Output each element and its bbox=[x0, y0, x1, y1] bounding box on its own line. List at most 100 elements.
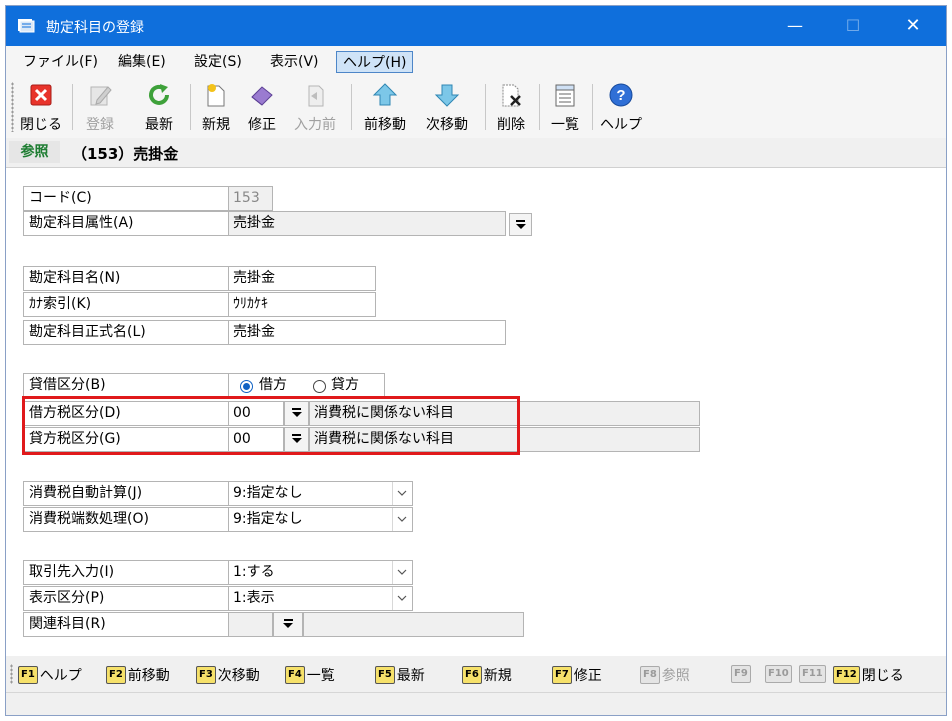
eraser-icon bbox=[251, 86, 273, 106]
fkey-f6[interactable]: F6 新規 bbox=[462, 665, 512, 685]
kana-field[interactable]: ｳﾘｶｹｷ bbox=[228, 292, 376, 317]
fkey-f7[interactable]: F7 修正 bbox=[552, 665, 602, 685]
fkey-f2-key: F2 bbox=[106, 666, 126, 684]
menu-file[interactable]: ファイル(F) bbox=[17, 51, 104, 73]
menu-bar: ファイル(F) 編集(E) 設定(S) 表示(V) ヘルプ(H) bbox=[6, 46, 946, 76]
display-class-combobox[interactable]: 1:表示 bbox=[228, 586, 413, 611]
attribute-dropdown-button[interactable] bbox=[509, 213, 532, 236]
help-label: ヘルプ bbox=[600, 117, 642, 133]
maximize-button[interactable]: ☐ bbox=[830, 6, 876, 46]
minimize-button[interactable]: — bbox=[772, 6, 818, 46]
radio-debit-label[interactable]: 借方 bbox=[259, 374, 287, 397]
toolbar-separator bbox=[190, 84, 191, 130]
fkey-f12[interactable]: F12 閉じる bbox=[833, 665, 904, 685]
related-account-dropdown-button[interactable] bbox=[273, 612, 303, 637]
register-button[interactable]: 登録 bbox=[80, 80, 120, 134]
fkey-f5-key: F5 bbox=[375, 666, 395, 684]
formal-name-field[interactable]: 売掛金 bbox=[228, 320, 506, 345]
menu-view[interactable]: 表示(V) bbox=[264, 51, 325, 73]
dropdown-arrow-icon bbox=[515, 224, 526, 229]
fkey-f8-label: 参照 bbox=[661, 668, 690, 684]
debit-credit-radio-group: 借方 貸方 bbox=[228, 373, 385, 398]
partner-input-combobox[interactable]: 1:する bbox=[228, 560, 413, 585]
code-label: コード(C) bbox=[23, 186, 229, 211]
prev-button[interactable]: 前移動 bbox=[356, 80, 414, 134]
fkey-f8[interactable]: F8 参照 bbox=[640, 665, 690, 685]
radio-credit-label[interactable]: 貸方 bbox=[331, 374, 359, 397]
chevron-down-icon[interactable] bbox=[392, 587, 412, 610]
next-label: 次移動 bbox=[426, 117, 468, 133]
new-doc-icon bbox=[207, 84, 225, 107]
list-icon bbox=[555, 84, 575, 107]
refresh-label: 最新 bbox=[145, 117, 173, 133]
refresh-icon bbox=[149, 84, 169, 105]
menu-settings[interactable]: 設定(S) bbox=[188, 51, 248, 73]
list-button[interactable]: 一覧 bbox=[544, 80, 586, 134]
fkey-f12-key: F12 bbox=[833, 666, 860, 684]
fkey-grip bbox=[10, 664, 13, 684]
fkey-f11[interactable]: F11 bbox=[799, 665, 826, 685]
fkey-f6-key: F6 bbox=[462, 666, 482, 684]
fkey-f12-label: 閉じる bbox=[861, 668, 904, 684]
name-field[interactable]: 売掛金 bbox=[228, 266, 376, 291]
revert-button[interactable]: 入力前 bbox=[287, 80, 343, 134]
fkey-f1[interactable]: F1 ヘルプ bbox=[18, 665, 82, 685]
edit-label: 修正 bbox=[248, 117, 276, 133]
app-window: 勘定科目の登録 — ☐ ✕ ファイル(F) 編集(E) 設定(S) 表示(V) … bbox=[5, 5, 947, 716]
fkey-f4-label: 一覧 bbox=[306, 668, 335, 684]
tax-rounding-combobox[interactable]: 9:指定なし bbox=[228, 507, 413, 532]
list-label: 一覧 bbox=[551, 117, 579, 133]
app-icon bbox=[18, 19, 35, 33]
next-button[interactable]: 次移動 bbox=[418, 80, 476, 134]
kana-label: ｶﾅ索引(K) bbox=[23, 292, 229, 317]
dropdown-bar-icon bbox=[283, 619, 293, 621]
fkey-f4-key: F4 bbox=[285, 666, 305, 684]
fkey-f4[interactable]: F4 一覧 bbox=[285, 665, 335, 685]
status-bar bbox=[6, 692, 946, 715]
dropdown-bar-icon bbox=[516, 220, 525, 222]
fkey-f3[interactable]: F3 次移動 bbox=[196, 665, 260, 685]
fkey-f9-key: F9 bbox=[731, 665, 751, 683]
register-pencil-icon bbox=[90, 86, 112, 106]
related-account-field[interactable] bbox=[228, 612, 273, 637]
formal-name-label: 勘定科目正式名(L) bbox=[23, 320, 229, 345]
partner-input-label: 取引先入力(I) bbox=[23, 560, 229, 585]
delete-label: 削除 bbox=[497, 117, 525, 133]
auto-tax-combobox[interactable]: 9:指定なし bbox=[228, 481, 413, 506]
attribute-label: 勘定科目属性(A) bbox=[23, 211, 229, 236]
toolbar-separator bbox=[351, 84, 352, 130]
prev-label: 前移動 bbox=[364, 117, 406, 133]
arrow-up-icon bbox=[372, 83, 398, 106]
chevron-down-icon[interactable] bbox=[392, 482, 412, 505]
fkey-f9[interactable]: F9 bbox=[731, 665, 751, 685]
close-window-button[interactable]: ✕ bbox=[890, 6, 936, 46]
edit-button[interactable]: 修正 bbox=[241, 80, 283, 134]
fkey-f7-label: 修正 bbox=[573, 668, 602, 684]
attribute-field[interactable]: 売掛金 bbox=[228, 211, 506, 236]
help-icon: ? bbox=[609, 83, 633, 107]
partner-input-value: 1:する bbox=[233, 564, 275, 580]
record-title: （153）売掛金 bbox=[72, 145, 179, 163]
window-title: 勘定科目の登録 bbox=[46, 20, 144, 36]
menu-help[interactable]: ヘルプ(H) bbox=[336, 51, 414, 73]
chevron-down-icon[interactable] bbox=[392, 508, 412, 531]
close-button[interactable]: 閉じる bbox=[18, 80, 64, 134]
menu-edit[interactable]: 編集(E) bbox=[112, 51, 172, 73]
toolbar-grip[interactable] bbox=[11, 82, 14, 132]
code-field[interactable]: 153 bbox=[228, 186, 273, 211]
title-bar[interactable]: 勘定科目の登録 — ☐ ✕ bbox=[6, 6, 946, 46]
chevron-down-icon[interactable] bbox=[392, 561, 412, 584]
radio-debit[interactable] bbox=[240, 380, 253, 393]
delete-button[interactable]: 削除 bbox=[490, 80, 532, 134]
refresh-button[interactable]: 最新 bbox=[136, 80, 182, 134]
radio-credit[interactable] bbox=[313, 380, 326, 393]
help-button[interactable]: ? ヘルプ bbox=[596, 80, 646, 134]
fkey-f7-key: F7 bbox=[552, 666, 572, 684]
mode-bar: 参照 （153）売掛金 bbox=[6, 138, 946, 168]
toolbar-separator bbox=[592, 84, 593, 130]
new-button[interactable]: 新規 bbox=[195, 80, 237, 134]
mode-badge: 参照 bbox=[9, 141, 60, 163]
fkey-f2[interactable]: F2 前移動 bbox=[106, 665, 170, 685]
fkey-f5[interactable]: F5 最新 bbox=[375, 665, 425, 685]
fkey-f10[interactable]: F10 bbox=[765, 665, 792, 685]
